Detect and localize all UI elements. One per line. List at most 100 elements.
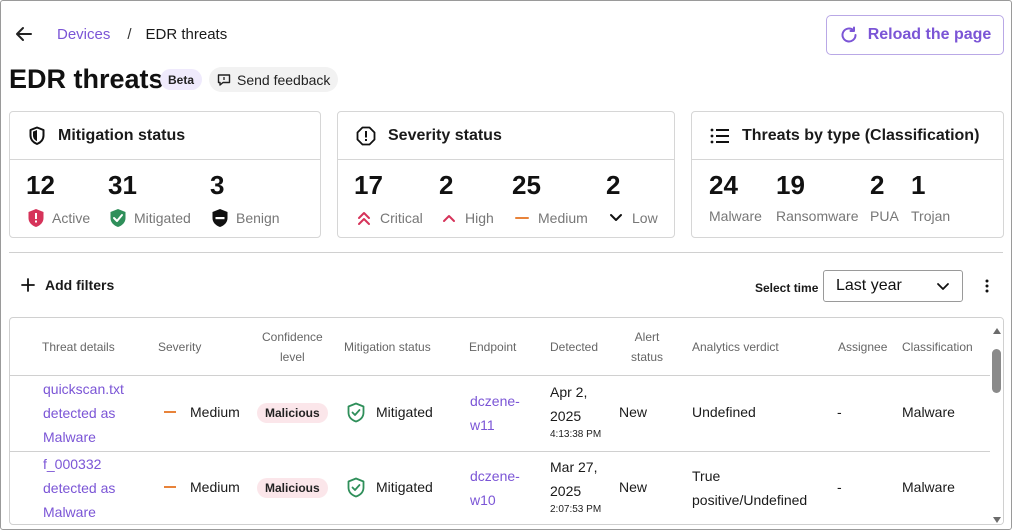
scroll-up-arrow-icon[interactable] [992,322,1002,334]
stat-label: Mitigated [134,210,191,226]
detected-date: Mar 27, [550,459,598,475]
stat-value: 2 [870,170,885,200]
detected-time: 4:13:38 PM [550,429,602,440]
column-header-classification[interactable]: Classification [902,318,973,375]
add-filters-button[interactable]: Add filters [21,277,114,293]
stat-medium[interactable]: 25 Medium [512,170,588,228]
severity-value: Medium [190,479,240,495]
reload-button[interactable]: Reload the page [826,15,1004,55]
assignee-cell: - [837,479,842,495]
column-header-detected[interactable]: Detected [550,318,598,375]
beta-badge: Beta [160,69,203,90]
confidence-cell: Malicious [257,475,328,499]
threats-by-type-card: Threats by type (Classification) 24 Malw… [691,111,1004,238]
stat-ransomware[interactable]: 19 Ransomware [776,170,858,224]
classification-cell: Malware [902,479,955,495]
stat-low[interactable]: 2 Low [606,170,658,228]
threat-details-line: Malware [43,429,96,445]
column-header-endpoint[interactable]: Endpoint [469,318,516,375]
stat-trojan[interactable]: 1 Trojan [911,170,950,224]
send-feedback-button[interactable]: Send feedback [209,67,339,92]
mitigation-value: Mitigated [376,404,433,420]
stat-benign[interactable]: 3 Benign [210,170,280,228]
column-header-mitigation[interactable]: Mitigation status [344,318,431,375]
column-header-threat-details[interactable]: Threat details [42,318,115,375]
mitigation-status-card: Mitigation status 12 Active 31 Mitigated… [9,111,321,238]
verdict-cell: Undefined [692,400,756,424]
stat-value: 3 [210,170,225,200]
stat-label: PUA [870,208,899,224]
column-header-analytics-verdict[interactable]: Analytics verdict [692,318,779,375]
feedback-icon [217,73,231,87]
mitigation-value: Mitigated [376,479,433,495]
detected-year: 2025 [550,408,582,424]
breadcrumb: Devices / EDR threats [57,26,227,43]
verdict-line: Undefined [692,404,756,420]
scrollbar-thumb[interactable] [992,349,1001,393]
breadcrumb-devices-link[interactable]: Devices [57,26,110,43]
stat-value: 1 [911,170,926,200]
threat-details-line: detected as [43,480,116,496]
add-filters-label: Add filters [45,277,115,293]
scroll-down-arrow-icon[interactable] [992,511,1002,523]
app-window: Devices / EDR threats Reload the page ED… [0,0,1012,530]
column-header-assignee[interactable]: Assignee [838,318,887,375]
stat-pua[interactable]: 2 PUA [870,170,899,224]
stat-label: Trojan [911,208,951,224]
endpoint-link[interactable]: dczene- w10 [470,464,520,512]
stat-mitigated[interactable]: 31 Mitigated [108,170,191,228]
alert-octagon-icon [356,126,376,146]
alert-status-cell: New [619,404,648,420]
mitigation-cell: Mitigated [346,400,433,424]
shield-minus-icon [210,208,230,228]
alert-status-cell: New [619,479,648,495]
threat-details-link[interactable]: f_000332 detected as Malware [43,452,115,524]
stat-active[interactable]: 12 Active [26,170,90,228]
dash-icon [512,208,532,228]
stat-value: 24 [709,170,738,200]
stat-label: Malware [709,208,762,224]
threats-by-type-title: Threats by type (Classification) [742,126,980,144]
breadcrumb-separator: / [127,26,132,43]
column-header-text: status [631,349,664,364]
severity-cell: Medium [164,400,240,424]
time-range-select[interactable]: Last year [823,270,963,302]
endpoint-line: dczene- [470,393,520,409]
stat-label: Active [52,210,91,226]
stat-high[interactable]: 2 High [439,170,494,228]
back-arrow-icon[interactable] [13,23,35,45]
confidence-badge: Malicious [257,478,328,498]
chevron-up-icon [439,208,459,228]
stat-value: 2 [606,170,621,200]
threat-details-link[interactable]: quickscan.txt detected as Malware [43,377,124,449]
column-header-confidence[interactable]: Confidence level [262,318,323,375]
classification-cell: Malware [902,404,955,420]
stat-malware[interactable]: 24 Malware [709,170,762,224]
detected-cell: Mar 27, 2025 2:07:53 PM [550,455,601,517]
column-header-alert-status[interactable]: Alert status [631,318,663,375]
severity-value: Medium [190,404,240,420]
mitigation-status-header: Mitigation status [10,112,320,160]
column-header-text: Confidence [262,329,323,344]
page-title: EDR threats [9,64,164,94]
endpoint-line: dczene- [470,468,520,484]
stat-critical[interactable]: 17 Critical [354,170,423,228]
stat-value: 17 [354,170,383,200]
detected-year: 2025 [550,483,582,499]
more-options-icon[interactable] [980,278,994,294]
chevron-down-icon [936,279,950,293]
shield-alert-icon [26,208,46,228]
stat-label: Critical [380,210,423,226]
severity-cell: Medium [164,475,240,499]
shield-check-icon [346,402,366,423]
dash-icon [164,411,176,413]
section-divider [9,252,1003,253]
assignee-cell: - [837,404,842,420]
endpoint-link[interactable]: dczene- w11 [470,389,520,437]
stat-label: High [465,210,494,226]
stat-label: Benign [236,210,280,226]
mitigation-status-title: Mitigation status [58,126,186,144]
endpoint-line: w10 [470,492,496,508]
column-header-text: Alert [634,329,660,344]
column-header-severity[interactable]: Severity [158,318,201,375]
